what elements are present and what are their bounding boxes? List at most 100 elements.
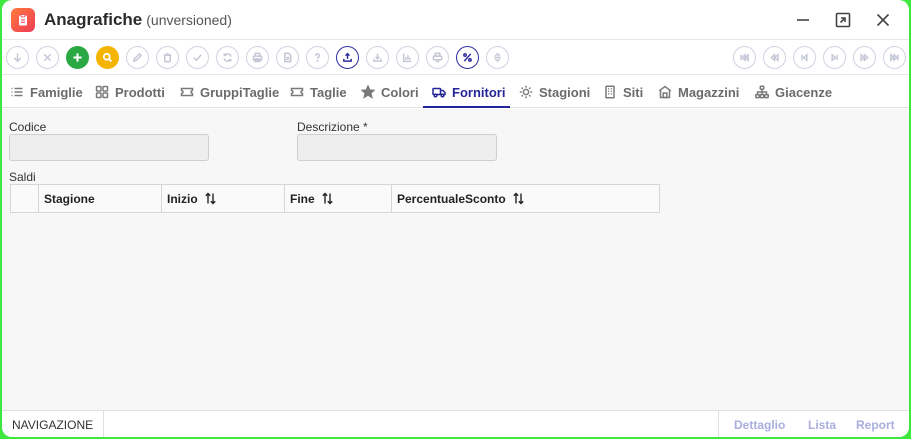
report-link[interactable]: Report <box>856 418 895 432</box>
codice-label: Codice <box>9 120 47 134</box>
lista-link[interactable]: Lista <box>808 418 836 432</box>
next-icon <box>831 53 838 62</box>
hierarchy-icon <box>755 85 769 99</box>
warehouse-icon <box>658 85 672 99</box>
trash-icon <box>163 52 172 63</box>
arrow-down-icon <box>13 53 22 63</box>
toolbar <box>2 41 909 75</box>
refresh-icon <box>223 53 232 62</box>
title-bar: Anagrafiche (unversioned) <box>2 0 909 40</box>
column-header-fine[interactable]: Fine <box>285 185 392 212</box>
close-icon <box>43 53 52 62</box>
window-title-text: Anagrafiche <box>44 10 143 29</box>
edit-button[interactable] <box>126 46 149 69</box>
clipboard-icon <box>11 8 35 32</box>
tab-siti[interactable]: Siti <box>603 76 643 108</box>
next-record-button[interactable] <box>823 46 846 69</box>
list-icon <box>10 85 24 99</box>
upload-button[interactable] <box>336 46 359 69</box>
saldi-label: Saldi <box>9 170 36 184</box>
sort-icon[interactable] <box>204 192 217 205</box>
percent-button[interactable] <box>456 46 479 69</box>
minimize-icon <box>797 19 809 21</box>
tab-stagioni[interactable]: Stagioni <box>519 76 590 108</box>
search-button[interactable] <box>96 46 119 69</box>
truck-icon <box>432 85 446 99</box>
move-down-button[interactable] <box>6 46 29 69</box>
grid-icon <box>95 85 109 99</box>
footer-divider <box>103 411 104 437</box>
fast-forward-button[interactable] <box>853 46 876 69</box>
tab-gruppitaglie[interactable]: GruppiTaglie <box>180 76 279 108</box>
tab-giacenze-label: Giacenze <box>775 84 833 100</box>
last-record-button[interactable] <box>883 46 906 69</box>
rewind-button[interactable] <box>763 46 786 69</box>
tab-famiglie-label: Famiglie <box>30 84 83 100</box>
download-button[interactable] <box>366 46 389 69</box>
tab-gruppitaglie-label: GruppiTaglie <box>200 84 280 100</box>
chart-icon <box>402 53 412 63</box>
percent-icon <box>463 53 472 62</box>
download-icon <box>373 53 382 62</box>
tab-taglie-label: Taglie <box>310 84 347 100</box>
chart-button[interactable] <box>396 46 419 69</box>
ticket-icon <box>180 85 194 99</box>
rewind-icon <box>770 53 779 62</box>
cancel-button[interactable] <box>36 46 59 69</box>
first-page-icon <box>740 52 749 63</box>
first-record-button[interactable] <box>733 46 756 69</box>
column-header-label: Inizio <box>167 191 198 206</box>
sort-icon[interactable] <box>512 192 525 205</box>
plus-icon <box>73 53 82 62</box>
descrizione-label: Descrizione * <box>297 120 368 134</box>
tab-bar: Famiglie Prodotti GruppiTaglie Taglie Co… <box>2 76 909 108</box>
window-subtitle: (unversioned) <box>146 12 232 28</box>
footer-bar: NAVIGAZIONE Dettaglio Lista Report <box>2 410 909 437</box>
close-icon <box>876 13 890 27</box>
close-window-button[interactable] <box>873 10 893 30</box>
restore-button[interactable] <box>833 10 853 30</box>
tab-giacenze[interactable]: Giacenze <box>755 76 832 108</box>
delete-button[interactable] <box>156 46 179 69</box>
document-button[interactable] <box>276 46 299 69</box>
filter-button[interactable] <box>426 46 449 69</box>
footer-divider <box>718 411 719 437</box>
help-button[interactable] <box>306 46 329 69</box>
tab-prodotti[interactable]: Prodotti <box>95 76 165 108</box>
minimize-button[interactable] <box>793 10 813 30</box>
row-selector-header[interactable] <box>11 185 39 212</box>
tab-fornitori[interactable]: Fornitori <box>432 76 505 108</box>
search-icon <box>102 52 113 63</box>
navigation-label: NAVIGAZIONE <box>12 418 94 432</box>
filter-icon <box>432 52 443 63</box>
column-header-inizio[interactable]: Inizio <box>162 185 285 212</box>
sort-button[interactable] <box>486 46 509 69</box>
upload-icon <box>343 52 352 62</box>
codice-field[interactable] <box>9 134 209 161</box>
tab-colori[interactable]: Colori <box>361 76 419 108</box>
sort-icon[interactable] <box>321 192 334 205</box>
tab-famiglie[interactable]: Famiglie <box>10 76 83 108</box>
descrizione-field[interactable] <box>297 134 497 161</box>
previous-icon <box>801 53 808 62</box>
refresh-button[interactable] <box>216 46 239 69</box>
restore-icon <box>835 12 851 28</box>
print-button[interactable] <box>246 46 269 69</box>
app-window: Anagrafiche (unversioned) Famiglie Prodo… <box>2 0 909 437</box>
previous-record-button[interactable] <box>793 46 816 69</box>
add-button[interactable] <box>66 46 89 69</box>
tab-taglie[interactable]: Taglie <box>290 76 347 108</box>
tab-siti-label: Siti <box>623 84 644 100</box>
column-header-stagione[interactable]: Stagione <box>39 185 162 212</box>
column-header-percentualesconto[interactable]: PercentualeSconto <box>392 185 659 212</box>
tab-magazzini[interactable]: Magazzini <box>658 76 739 108</box>
active-tab-indicator <box>423 106 510 108</box>
form-area: Codice Descrizione * Saldi Stagione Iniz… <box>2 109 909 410</box>
confirm-button[interactable] <box>186 46 209 69</box>
column-header-label: PercentualeSconto <box>397 191 506 206</box>
fast-forward-icon <box>860 53 869 62</box>
dettaglio-link[interactable]: Dettaglio <box>734 418 785 432</box>
building-icon <box>603 85 617 99</box>
check-icon <box>193 54 202 62</box>
star-icon <box>361 85 375 99</box>
